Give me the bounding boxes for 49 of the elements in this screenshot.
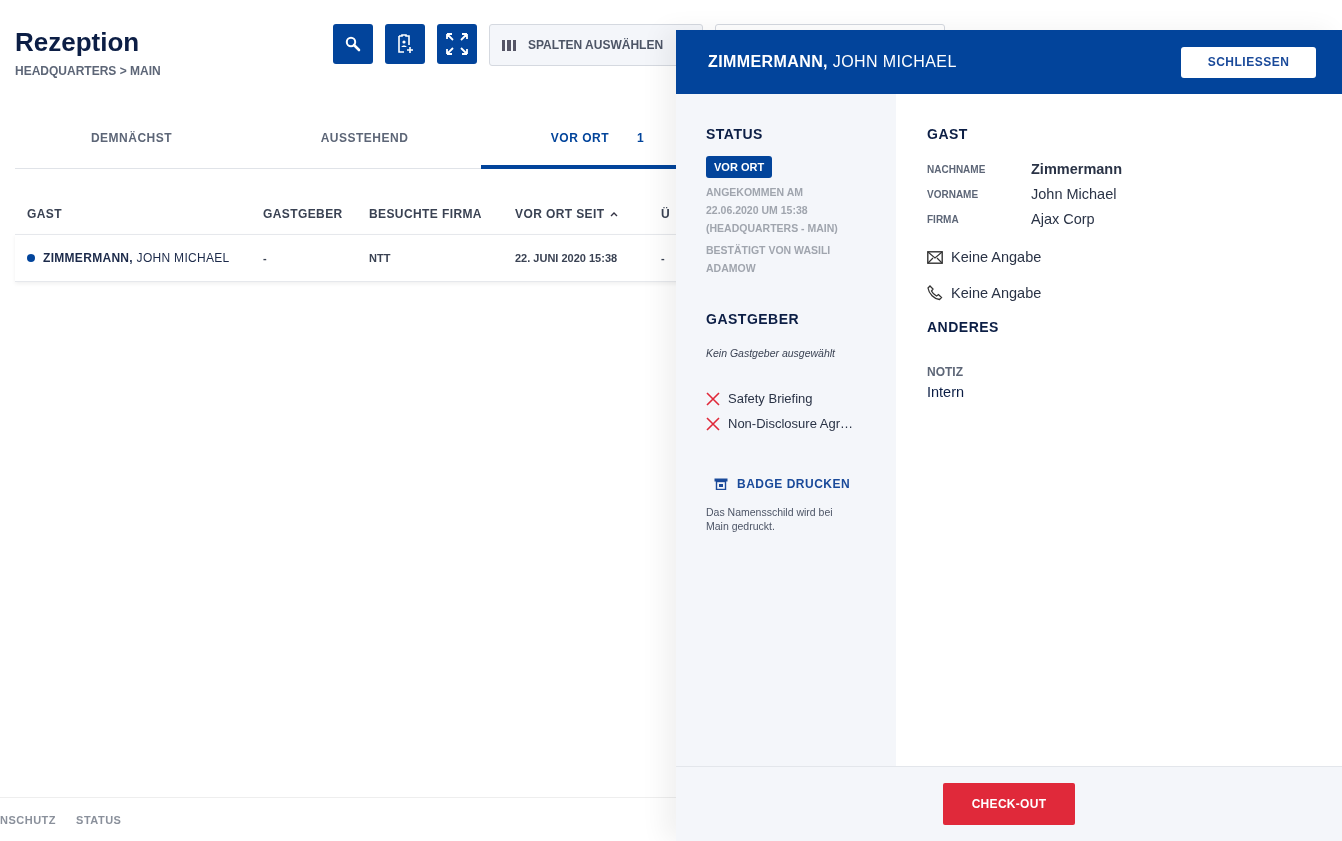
- checklist-item: Safety Briefing: [728, 391, 813, 406]
- table-cell: ZIMMERMANN, JOHN MICHAEL: [15, 251, 263, 265]
- section-heading: GASTGEBER: [706, 311, 800, 327]
- checkout-button[interactable]: CHECK-OUT: [943, 783, 1075, 825]
- badge-note: Das Namensschild wird bei Main gedruckt.: [706, 505, 834, 533]
- field-value: Zimmermann: [1031, 161, 1123, 177]
- clipboard-add-button[interactable]: [385, 24, 425, 64]
- field-label: VORNAME: [927, 188, 980, 200]
- phone-icon: [927, 285, 943, 301]
- field-label: FIRMA: [927, 213, 960, 225]
- search-button[interactable]: [333, 24, 373, 64]
- field-label: NACHNAME: [927, 163, 987, 175]
- column-header[interactable]: VOR ORT SEIT: [515, 207, 661, 221]
- table-cell-text: -: [263, 252, 268, 264]
- close-button[interactable]: SCHLIESSEN: [1181, 46, 1316, 78]
- contact-value: Keine Angabe: [951, 285, 1042, 301]
- empty-host-text: Kein Gastgeber ausgewählt: [706, 347, 835, 359]
- field-value: Intern: [927, 384, 965, 400]
- column-header[interactable]: Ü: [661, 207, 671, 221]
- expand-icon: [445, 32, 469, 56]
- status-badge: VOR ORT: [706, 156, 773, 178]
- tab[interactable]: AUSSTEHEND: [248, 110, 481, 169]
- table-cell: -: [661, 252, 665, 264]
- panel-title: ZIMMERMANN, JOHN MICHAEL: [708, 53, 957, 71]
- search-icon: [345, 36, 361, 52]
- field-value: Ajax Corp: [1031, 211, 1096, 227]
- section-heading: ANDERES: [927, 319, 999, 335]
- fullscreen-button[interactable]: [437, 24, 477, 64]
- clipboard-add-icon: [395, 33, 415, 55]
- columns-button[interactable]: SPALTEN AUSWÄHLEN: [489, 24, 703, 66]
- field-label: NOTIZ: [927, 365, 963, 379]
- printer-icon: [714, 478, 728, 490]
- column-header[interactable]: GASTGEBER: [263, 207, 369, 221]
- breadcrumb: HEADQUARTERS > MAIN: [15, 64, 162, 78]
- print-badge-link[interactable]: BADGE DRUCKEN: [714, 477, 851, 491]
- table-cell-text: 22. JUNI 2020 15:38: [515, 252, 619, 264]
- column-header[interactable]: GAST: [15, 207, 263, 221]
- confirmed-text: BESTÄTIGT VON WASILI ADAMOW: [706, 243, 832, 276]
- section-heading: GAST: [927, 126, 968, 142]
- arrival-text: ANGEKOMMEN AM 22.06.2020 UM 15:38 (HEADQUARTERS - MAIN): [706, 185, 839, 236]
- table-cell-text: NTT: [369, 252, 392, 264]
- contact-value: Keine Angabe: [951, 249, 1042, 265]
- field-value: John Michael: [1031, 186, 1118, 202]
- envelope-icon: [927, 250, 943, 264]
- page-title: Rezeption: [15, 27, 141, 58]
- column-header[interactable]: BESUCHTE FIRMA: [369, 207, 515, 221]
- tab[interactable]: DEMNÄCHST: [15, 110, 248, 169]
- columns-icon: [502, 39, 516, 51]
- checklist-item: Non-Disclosure Agr…: [728, 416, 853, 431]
